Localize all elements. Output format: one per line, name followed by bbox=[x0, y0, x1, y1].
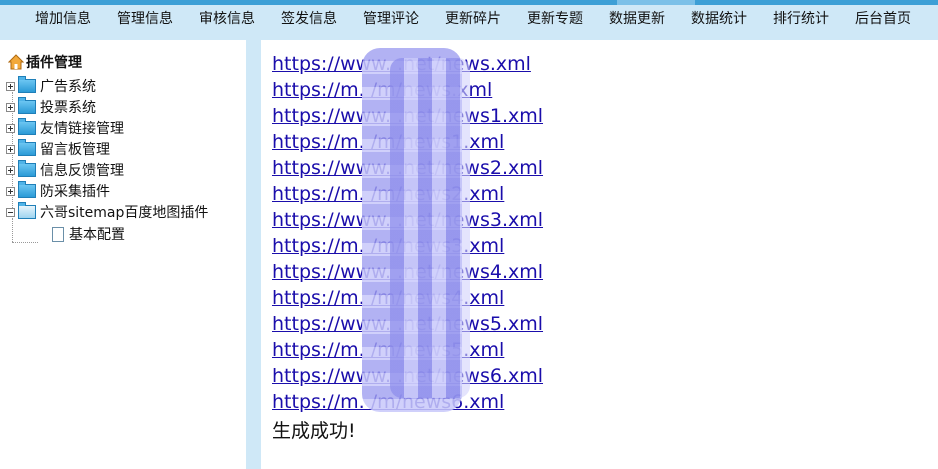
nav-update-topics[interactable]: 更新专题 bbox=[527, 8, 583, 28]
tree-item-feedback[interactable]: 信息反馈管理 bbox=[6, 160, 124, 180]
tree-item-label: 基本配置 bbox=[69, 227, 125, 243]
folder-icon bbox=[18, 181, 36, 198]
page-icon bbox=[52, 226, 64, 242]
folder-open-icon bbox=[18, 202, 36, 219]
expand-icon[interactable] bbox=[6, 81, 15, 91]
collapse-icon[interactable] bbox=[6, 207, 15, 217]
nav-data-stats[interactable]: 数据统计 bbox=[691, 8, 747, 28]
active-tab-indicator bbox=[617, 0, 695, 5]
nav-admin-home[interactable]: 后台首页 bbox=[855, 8, 911, 28]
tree-item-label: 友情链接管理 bbox=[40, 121, 124, 137]
tree-root[interactable]: 插件管理 bbox=[8, 52, 82, 72]
tree-item-label: 广告系统 bbox=[40, 79, 96, 95]
folder-icon bbox=[18, 160, 36, 177]
tree-item-anticollect[interactable]: 防采集插件 bbox=[6, 181, 110, 201]
tree-item-label: 留言板管理 bbox=[40, 142, 110, 158]
nav-update-fragments[interactable]: 更新碎片 bbox=[445, 8, 501, 28]
nav-manage-comments[interactable]: 管理评论 bbox=[363, 8, 419, 28]
home-icon bbox=[8, 54, 24, 70]
tree-item-links[interactable]: 友情链接管理 bbox=[6, 118, 124, 138]
expand-icon[interactable] bbox=[6, 186, 15, 196]
expand-icon[interactable] bbox=[6, 165, 15, 175]
tree-root-label: 插件管理 bbox=[26, 55, 82, 71]
tree-item-label: 六哥sitemap百度地图插件 bbox=[40, 205, 209, 221]
nav-manage-info[interactable]: 管理信息 bbox=[117, 8, 173, 28]
tree-item-guestbook[interactable]: 留言板管理 bbox=[6, 139, 110, 159]
tree-item-label: 投票系统 bbox=[40, 100, 96, 116]
sidebar-splitter[interactable] bbox=[246, 40, 261, 469]
folder-icon bbox=[18, 139, 36, 156]
folder-icon bbox=[18, 97, 36, 114]
expand-icon[interactable] bbox=[6, 144, 15, 154]
tree-item-sitemap-plugin[interactable]: 六哥sitemap百度地图插件 bbox=[6, 202, 208, 222]
tree-guide-line bbox=[12, 242, 38, 243]
folder-icon bbox=[18, 76, 36, 93]
expand-icon[interactable] bbox=[6, 123, 15, 133]
nav-sign-info[interactable]: 签发信息 bbox=[281, 8, 337, 28]
expand-icon[interactable] bbox=[6, 102, 15, 112]
tree-item-label: 防采集插件 bbox=[40, 184, 110, 200]
tree-item-ads[interactable]: 广告系统 bbox=[6, 76, 96, 96]
redaction-mosaic bbox=[390, 58, 470, 398]
tree-item-label: 信息反馈管理 bbox=[40, 163, 124, 179]
folder-icon bbox=[18, 118, 36, 135]
result-message: 生成成功! bbox=[272, 420, 356, 442]
nav-data-update[interactable]: 数据更新 bbox=[609, 8, 665, 28]
nav-rank-stats[interactable]: 排行统计 bbox=[773, 8, 829, 28]
tree-item-basic-config[interactable]: 基本配置 bbox=[52, 224, 125, 244]
nav-review-info[interactable]: 审核信息 bbox=[199, 8, 255, 28]
tree-item-vote[interactable]: 投票系统 bbox=[6, 97, 96, 117]
nav-add-info[interactable]: 增加信息 bbox=[35, 8, 91, 28]
